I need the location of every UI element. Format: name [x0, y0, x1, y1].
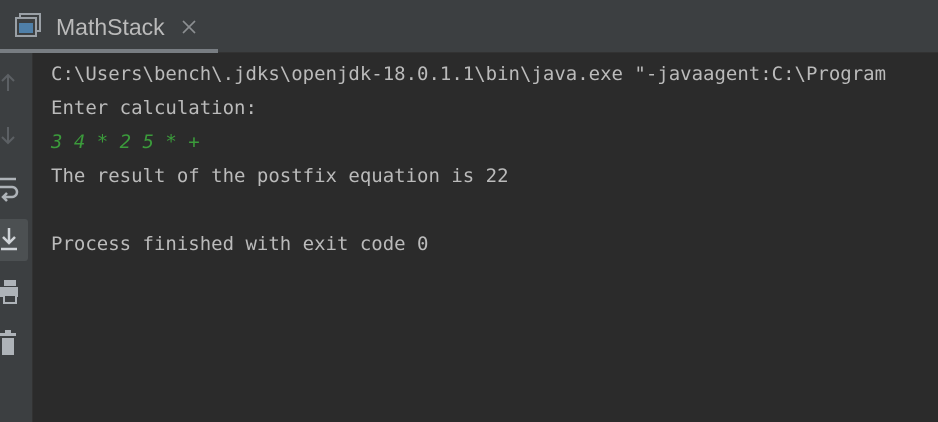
console-toolbar — [0, 53, 33, 422]
tool-window-tabbar: MathStack — [0, 0, 938, 53]
scroll-down-button[interactable] — [0, 115, 28, 157]
scroll-to-end-button[interactable] — [0, 219, 28, 261]
soft-wrap-button[interactable] — [0, 167, 28, 209]
console-window-icon — [15, 13, 43, 39]
print-icon — [0, 280, 18, 304]
tab-mathstack[interactable]: MathStack — [0, 0, 218, 53]
soft-wrap-icon — [0, 177, 19, 202]
console-line-prompt: Enter calculation: — [51, 97, 257, 119]
console-line-exit: Process finished with exit code 0 — [51, 233, 429, 255]
scroll-down-icon — [1, 127, 15, 145]
console-line-command: C:\Users\bench\.jdks\openjdk-18.0.1.1\bi… — [51, 63, 887, 85]
scroll-up-button[interactable] — [0, 63, 28, 105]
scroll-up-icon — [1, 73, 15, 91]
console-line-result: The result of the postfix equation is 22 — [51, 165, 509, 187]
print-button[interactable] — [0, 271, 28, 313]
trash-icon — [0, 330, 16, 355]
close-icon[interactable] — [180, 18, 198, 36]
tab-title: MathStack — [56, 14, 165, 40]
clear-all-button[interactable] — [0, 323, 28, 365]
console-line-user-input: 3 4 * 2 5 * + — [51, 131, 200, 153]
scroll-to-end-icon — [1, 228, 17, 251]
console-output[interactable]: C:\Users\bench\.jdks\openjdk-18.0.1.1\bi… — [34, 53, 938, 422]
